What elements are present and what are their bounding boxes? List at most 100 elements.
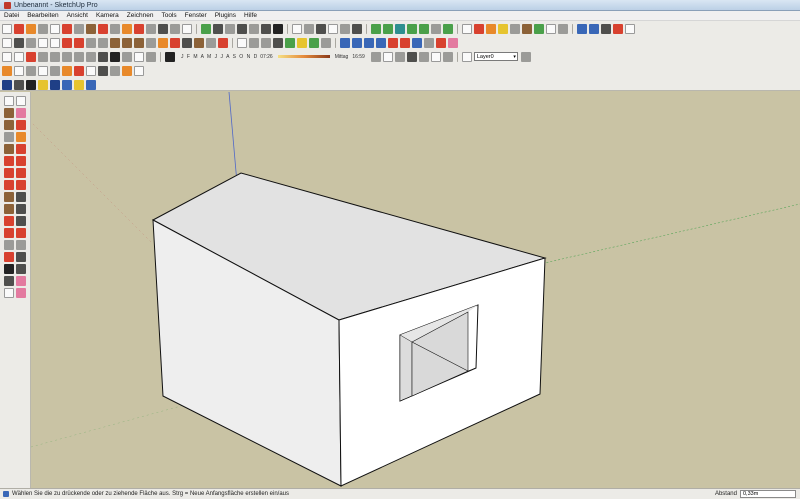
menu-view[interactable]: Ansicht — [67, 12, 88, 19]
house-wire-icon[interactable] — [146, 51, 156, 62]
next-view-icon[interactable] — [261, 23, 271, 34]
push-pull-icon[interactable] — [122, 23, 132, 34]
sandbox-from-contours-icon[interactable] — [371, 23, 381, 34]
google-icon[interactable] — [26, 79, 36, 90]
paint-bucket-icon[interactable] — [26, 23, 36, 34]
smoove-icon[interactable] — [395, 23, 405, 34]
section-cuts-icon[interactable] — [16, 288, 26, 298]
eraser-icon[interactable] — [50, 23, 60, 34]
rect-tool-icon[interactable] — [14, 65, 24, 76]
freehand-tool-icon[interactable] — [110, 51, 120, 62]
text3d-icon[interactable] — [86, 65, 96, 76]
monochrome-icon[interactable] — [352, 23, 362, 34]
profiles-icon[interactable] — [406, 51, 417, 62]
zoom-window-icon[interactable] — [16, 240, 26, 250]
copy-icon[interactable] — [50, 37, 60, 48]
offset-icon[interactable] — [170, 23, 180, 34]
extension-icon[interactable] — [430, 51, 441, 62]
measurements-input[interactable]: 0,33m — [740, 490, 796, 498]
previous-icon[interactable] — [16, 252, 26, 262]
follow-me-tool-icon[interactable] — [206, 37, 216, 48]
circle-draw-tool-icon[interactable] — [4, 132, 14, 142]
orbit-icon[interactable] — [201, 23, 211, 34]
freehand-draw-icon[interactable] — [62, 65, 72, 76]
dimension-icon[interactable] — [522, 23, 532, 34]
layer-dropdown[interactable]: Layer0 ▾ — [473, 52, 518, 61]
move-icon[interactable] — [110, 23, 120, 34]
component-options-icon[interactable] — [321, 37, 331, 48]
fog-icon[interactable] — [370, 51, 381, 62]
arc-icon[interactable] — [74, 23, 84, 34]
pan-hand-icon[interactable] — [16, 228, 26, 238]
paste-icon[interactable] — [62, 37, 72, 48]
select-arrow-icon[interactable] — [4, 96, 14, 106]
open-file-icon[interactable] — [14, 37, 24, 48]
paint-bucket-tool-icon[interactable] — [4, 108, 14, 118]
menu-help[interactable]: Hilfe — [244, 12, 257, 19]
3d-text-tool-icon[interactable] — [16, 216, 26, 226]
google-earth-icon[interactable] — [534, 23, 544, 34]
cut-icon[interactable] — [38, 37, 48, 48]
dimension-tool-icon[interactable] — [122, 65, 132, 76]
label-icon[interactable] — [134, 65, 144, 76]
follow-me-arrow-icon[interactable] — [16, 168, 26, 178]
polygon-tool-icon[interactable] — [98, 51, 108, 62]
redo-icon[interactable] — [98, 37, 108, 48]
sandbox-from-scratch-icon[interactable] — [383, 23, 393, 34]
arc-tool-icon[interactable] — [86, 51, 96, 62]
scale-arrows-icon[interactable] — [4, 180, 14, 190]
shaded-icon[interactable] — [328, 23, 338, 34]
menu-tools[interactable]: Tools — [161, 12, 176, 19]
zoom-extents-icon[interactable] — [237, 23, 247, 34]
tape-measure-icon[interactable] — [182, 23, 192, 34]
polygon-icon[interactable] — [86, 23, 96, 34]
rotate-icon[interactable] — [134, 23, 144, 34]
shadow-time-slider[interactable] — [277, 55, 330, 58]
drape-icon[interactable] — [419, 23, 429, 34]
front-view-icon[interactable] — [364, 37, 374, 48]
warehouse-icon[interactable] — [2, 79, 12, 90]
menu-file[interactable]: Datei — [4, 12, 19, 19]
wireframe-icon[interactable] — [304, 23, 314, 34]
terrain-icon[interactable] — [62, 79, 72, 90]
stop-icon[interactable] — [625, 23, 635, 34]
get-models-icon[interactable] — [577, 23, 587, 34]
pencil-icon[interactable] — [14, 23, 24, 34]
rectangle-draw-icon[interactable] — [4, 120, 14, 130]
right-view-icon[interactable] — [376, 37, 386, 48]
subtract-icon[interactable] — [273, 37, 283, 48]
select-icon[interactable] — [2, 23, 12, 34]
shadows-toggle-icon[interactable] — [165, 51, 175, 62]
look-around-icon[interactable] — [510, 23, 520, 34]
push-pull-arrow-icon[interactable] — [16, 156, 26, 166]
endpoints-icon[interactable] — [442, 51, 453, 62]
left-view-icon[interactable] — [400, 37, 410, 48]
back-view-icon[interactable] — [388, 37, 398, 48]
polygon-draw-icon[interactable] — [4, 144, 14, 154]
back-edges-icon[interactable] — [394, 51, 405, 62]
top-view-icon[interactable] — [352, 37, 362, 48]
prev-view-icon[interactable] — [249, 23, 259, 34]
zoom-icon[interactable] — [225, 23, 235, 34]
push-pull-tool-icon[interactable] — [170, 37, 180, 48]
line-draw-icon[interactable] — [62, 51, 72, 62]
walk-icon[interactable] — [498, 23, 508, 34]
section-plane-tool-icon[interactable] — [4, 276, 14, 286]
section-display-icon[interactable] — [16, 276, 26, 286]
axes-tool-icon[interactable] — [4, 216, 14, 226]
make-group-icon[interactable] — [14, 51, 24, 62]
depth-cue-icon[interactable] — [418, 51, 429, 62]
delete-icon[interactable] — [74, 37, 84, 48]
pie-icon[interactable] — [74, 65, 84, 76]
move-tool-icon[interactable] — [182, 37, 192, 48]
paint-tool-icon[interactable] — [38, 51, 48, 62]
menu-draw[interactable]: Zeichnen — [127, 12, 154, 19]
select-tool-icon[interactable] — [2, 51, 12, 62]
orbit-tool-icon[interactable] — [4, 228, 14, 238]
look-eye-icon[interactable] — [16, 264, 26, 274]
paint-icon[interactable] — [146, 37, 156, 48]
xray-icon[interactable] — [292, 23, 302, 34]
cut-section-icon[interactable] — [4, 288, 14, 298]
shaded-textures-icon[interactable] — [340, 23, 350, 34]
arc-draw-icon[interactable] — [50, 65, 60, 76]
